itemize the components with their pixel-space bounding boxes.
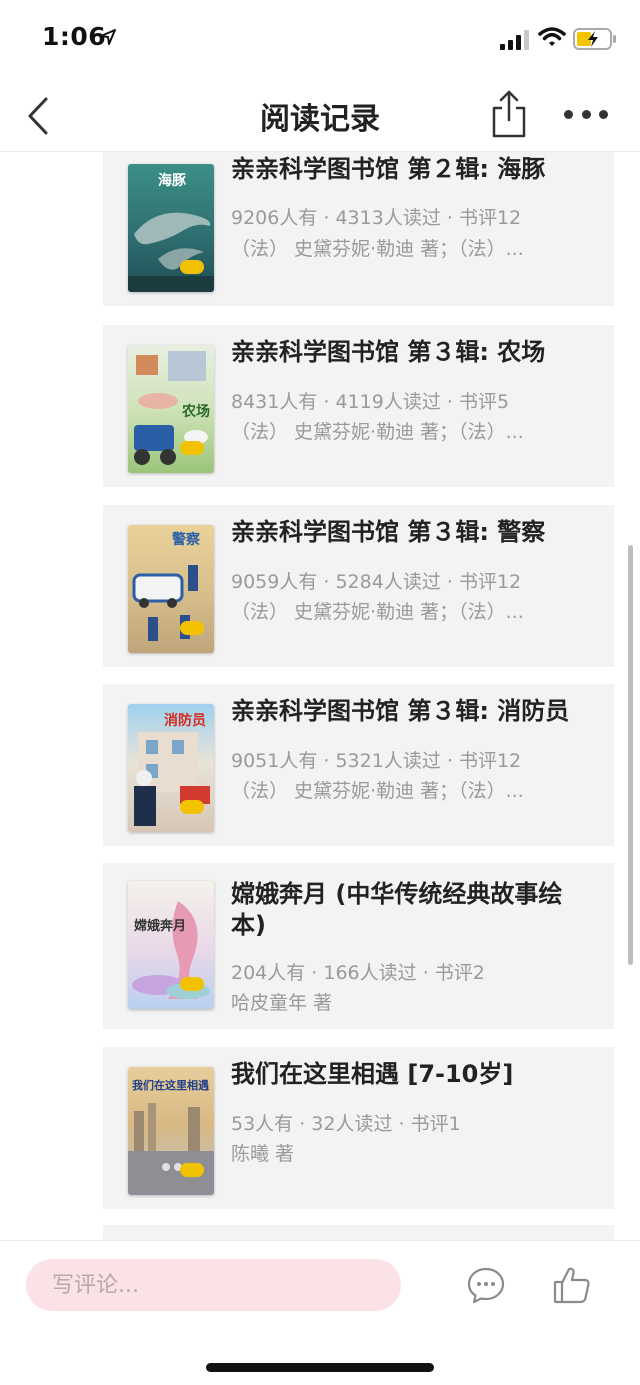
- dot-icon: [599, 109, 608, 119]
- cover-title: 消防员: [164, 713, 206, 729]
- dot-icon: [581, 109, 591, 119]
- like-button[interactable]: [552, 1265, 592, 1305]
- book-author: （法） 史黛芬妮·勒迪 著；（法）...: [231, 421, 524, 443]
- change-illustration: [132, 901, 210, 999]
- cover-title: 农场: [182, 404, 210, 420]
- book-title: 亲亲科学图书馆 第３辑: 警察: [231, 518, 546, 546]
- comment-button[interactable]: [466, 1265, 506, 1305]
- cover-title: 嫦娥奔月: [134, 919, 187, 934]
- book-stats: 9206人有 · 4313人读过 · 书评12: [231, 207, 522, 229]
- share-button[interactable]: [488, 88, 530, 140]
- location-arrow-icon: [100, 29, 116, 45]
- book-card[interactable]: 警察 亲亲科学图书馆 第３辑: 警察 9059人有 · 5284人读过 · 书评…: [103, 505, 614, 667]
- publisher-badge: [180, 441, 204, 455]
- scrollbar[interactable]: [628, 545, 633, 965]
- cover-title: 警察: [172, 532, 200, 548]
- book-cover: 消防员: [128, 704, 214, 832]
- book-cover: 海豚: [128, 164, 214, 292]
- book-card[interactable]: 农场 亲亲科学图书馆 第３辑: 农场 8431人有 · 4119人读过 · 书评…: [103, 325, 614, 487]
- more-options-button[interactable]: [564, 100, 608, 128]
- publisher-badge: [180, 800, 204, 814]
- cover-title: 我们在这里相遇: [132, 1079, 209, 1092]
- book-author: 哈皮童年 著: [231, 992, 333, 1014]
- reading-record-list[interactable]: 海豚 亲亲科学图书馆 第２辑: 海豚 9206人有 · 4313人读过 · 书评…: [0, 152, 640, 1242]
- book-card[interactable]: 嫦娥奔月 嫦娥奔月 (中华传统经典故事绘本) 204人有 · 166人读过 · …: [103, 863, 614, 1029]
- share-icon: [492, 90, 526, 138]
- page-title: 阅读记录: [260, 102, 380, 137]
- book-author: 陈曦 著: [231, 1143, 295, 1165]
- book-author: （法） 史黛芬妮·勒迪 著；（法）...: [231, 601, 524, 623]
- dot-icon: [564, 109, 573, 119]
- book-card[interactable]: 海豚 亲亲科学图书馆 第２辑: 海豚 9206人有 · 4313人读过 · 书评…: [103, 152, 614, 306]
- bottom-bar: [0, 1240, 640, 1385]
- battery-icon: [573, 28, 616, 50]
- status-time: 1:06: [42, 22, 107, 51]
- book-author: （法） 史黛芬妮·勒迪 著；（法）...: [231, 238, 524, 260]
- book-stats: 9051人有 · 5321人读过 · 书评12: [231, 750, 522, 772]
- chat-bubble-icon: [467, 1267, 505, 1304]
- book-title: 亲亲科学图书馆 第３辑: 农场: [231, 338, 546, 366]
- cover-title: 海豚: [158, 173, 186, 189]
- book-title: 亲亲科学图书馆 第２辑: 海豚: [231, 155, 546, 183]
- book-title: 嫦娥奔月 (中华传统经典故事绘本): [231, 880, 563, 939]
- book-cover: 警察: [128, 525, 214, 653]
- book-stats: 9059人有 · 5284人读过 · 书评12: [231, 571, 522, 593]
- comment-input[interactable]: [26, 1259, 401, 1311]
- book-author: （法） 史黛芬妮·勒迪 著；（法）...: [231, 780, 524, 802]
- book-title: 亲亲科学图书馆 第３辑: 消防员: [231, 697, 570, 725]
- book-cover: 嫦娥奔月: [128, 881, 214, 1009]
- nav-header: 阅读记录: [0, 80, 640, 152]
- book-card[interactable]: 消防员 亲亲科学图书馆 第３辑: 消防员 9051人有 · 5321人读过 · …: [103, 684, 614, 846]
- book-card[interactable]: 我们在这里相遇 我们在这里相遇 [7-10岁] 53人有 · 32人读过 · 书…: [103, 1047, 614, 1209]
- cellular-signal-icon: [500, 30, 529, 50]
- publisher-badge: [180, 1163, 204, 1177]
- status-bar: 1:06: [0, 0, 640, 80]
- book-title: 我们在这里相遇 [7-10岁]: [231, 1060, 514, 1088]
- book-stats: 8431人有 · 4119人读过 · 书评5: [231, 391, 510, 413]
- publisher-badge: [180, 260, 204, 274]
- book-cover: 农场: [128, 345, 214, 473]
- home-indicator[interactable]: [206, 1363, 434, 1372]
- book-stats: 53人有 · 32人读过 · 书评1: [231, 1113, 461, 1135]
- book-cover: 我们在这里相遇: [128, 1067, 214, 1195]
- police-illustration: [132, 565, 198, 641]
- thumbs-up-icon: [553, 1267, 590, 1304]
- publisher-badge: [180, 621, 204, 635]
- wifi-icon: [538, 27, 566, 46]
- book-stats: 204人有 · 166人读过 · 书评2: [231, 962, 485, 984]
- publisher-badge: [180, 977, 204, 991]
